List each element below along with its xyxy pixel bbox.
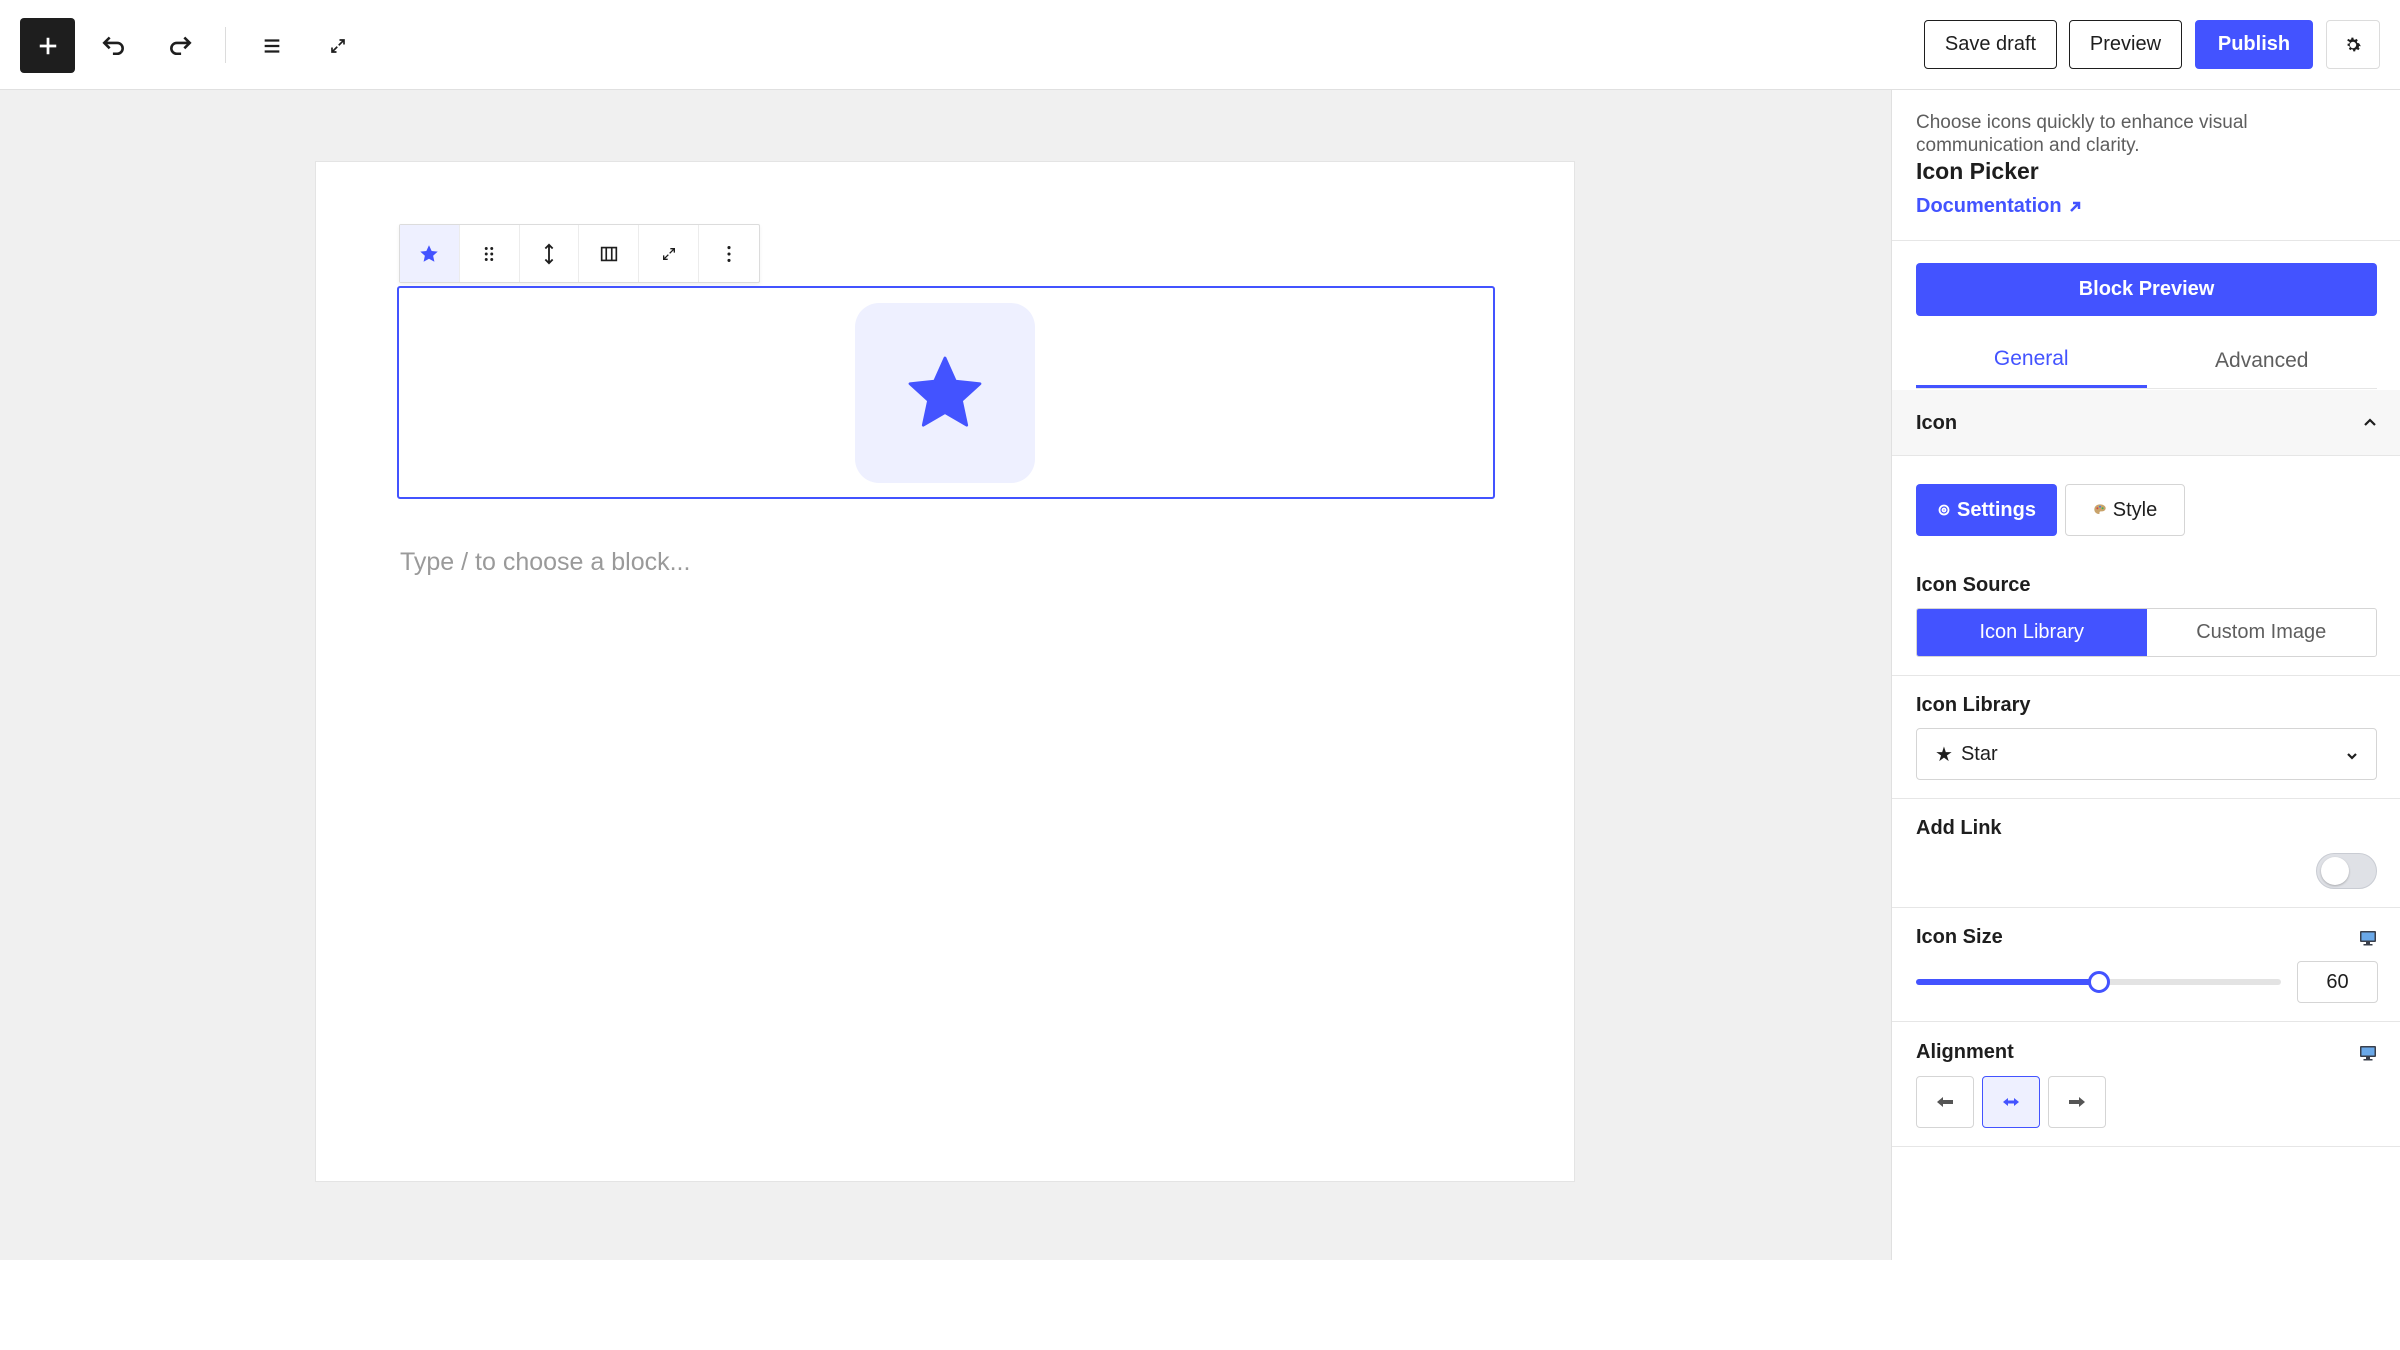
- divider: [1892, 1021, 2400, 1022]
- icon-block[interactable]: [397, 286, 1495, 499]
- settings-subtab[interactable]: Settings: [1916, 484, 2057, 536]
- preview-button[interactable]: Preview: [2069, 20, 2182, 69]
- star-icon: [420, 244, 439, 262]
- align-icon: [600, 246, 618, 261]
- divider: [1892, 675, 2400, 676]
- icon-library-option[interactable]: Icon Library: [1917, 609, 2147, 656]
- gear-icon: [1938, 504, 1950, 516]
- block-toolbar: [399, 224, 760, 283]
- icon-panel-header[interactable]: Icon: [1892, 390, 2400, 456]
- style-subtab-label: Style: [2112, 498, 2158, 521]
- icon-source-label: Icon Source: [1916, 574, 2031, 596]
- align-right-button[interactable]: [2048, 1076, 2106, 1128]
- icon-library-select[interactable]: ★ Star: [1916, 728, 2377, 780]
- drag-handle-button[interactable]: [460, 225, 520, 282]
- add-block-button[interactable]: [20, 18, 75, 73]
- tab-general[interactable]: General: [1916, 333, 2147, 388]
- toggle-knob: [2321, 857, 2349, 885]
- move-icon: [544, 243, 554, 264]
- expand-icon: [662, 247, 675, 260]
- external-link-icon: [2069, 201, 2080, 212]
- drag-handle-icon: [485, 246, 494, 261]
- documentation-link[interactable]: Documentation: [1916, 195, 2082, 218]
- icon-size-label: Icon Size: [1916, 926, 2003, 948]
- icon-library-value: Star: [1960, 742, 1998, 765]
- redo-icon: [170, 36, 192, 56]
- arrow-left-icon: [1937, 1097, 1953, 1107]
- chevron-up-icon: [2361, 414, 2379, 432]
- more-options-icon: [727, 245, 731, 262]
- editor-canvas: Type / to choose a block...: [0, 90, 1891, 1260]
- arrow-left-right-icon: [2003, 1098, 2019, 1106]
- sidebar-tabs: General Advanced: [1916, 333, 2377, 389]
- settings-button[interactable]: [2326, 20, 2380, 69]
- style-subtab[interactable]: Style: [2065, 484, 2185, 536]
- divider: [1892, 1146, 2400, 1147]
- panel-title: Icon: [1916, 412, 1958, 434]
- undo-button[interactable]: [92, 22, 136, 66]
- desktop-icon[interactable]: [2358, 928, 2378, 948]
- align-button[interactable]: [579, 225, 640, 282]
- divider: [1892, 798, 2400, 799]
- add-link-toggle[interactable]: [2316, 853, 2377, 889]
- arrow-right-icon: [2069, 1097, 2085, 1107]
- custom-image-option[interactable]: Custom Image: [2147, 609, 2377, 656]
- documentation-label: Documentation: [1916, 195, 2062, 217]
- align-center-button[interactable]: [1982, 1076, 2040, 1128]
- star-icon: [908, 356, 982, 427]
- icon-library-label: Icon Library: [1916, 694, 2031, 716]
- block-preview-button[interactable]: Block Preview: [1916, 263, 2377, 316]
- block-title: Icon Picker: [1916, 158, 2039, 184]
- list-view-button[interactable]: [250, 24, 294, 68]
- divider: [1892, 907, 2400, 908]
- settings-sidebar: Choose icons quickly to enhance visual c…: [1891, 90, 2400, 1260]
- plus-icon: [39, 37, 56, 54]
- chevron-down-icon: [2344, 747, 2360, 763]
- save-draft-button[interactable]: Save draft: [1924, 20, 2057, 69]
- icon-source-toggle: Icon Library Custom Image: [1916, 608, 2377, 657]
- desktop-icon[interactable]: [2358, 1043, 2378, 1063]
- list-view-icon: [264, 39, 280, 53]
- tab-advanced[interactable]: Advanced: [2147, 333, 2378, 388]
- fullscreen-button[interactable]: [316, 24, 360, 68]
- align-left-button[interactable]: [1916, 1076, 1974, 1128]
- more-options-button[interactable]: [699, 225, 759, 282]
- block-placeholder[interactable]: Type / to choose a block...: [400, 548, 690, 577]
- slider-fill: [1916, 979, 2099, 985]
- expand-icon: [331, 39, 345, 53]
- icon-size-slider[interactable]: [1916, 971, 2281, 993]
- gear-icon: [2347, 37, 2361, 51]
- toolbar-divider: [225, 27, 226, 63]
- alignment-label: Alignment: [1916, 1041, 2014, 1063]
- move-button[interactable]: [520, 225, 580, 282]
- slider-thumb[interactable]: [2087, 971, 2110, 993]
- editor-page[interactable]: Type / to choose a block...: [315, 161, 1575, 1182]
- star-icon: ★: [1935, 743, 1953, 766]
- divider: [1892, 240, 2400, 241]
- undo-icon: [102, 36, 124, 56]
- icon-tile[interactable]: [855, 303, 1035, 483]
- block-description: Choose icons quickly to enhance visual c…: [1916, 112, 2248, 156]
- top-toolbar: Save draft Preview Publish: [0, 0, 2400, 90]
- block-expand-button[interactable]: [639, 225, 700, 282]
- settings-subtab-label: Settings: [1957, 498, 2036, 521]
- add-link-label: Add Link: [1916, 817, 2002, 839]
- icon-size-input[interactable]: 60: [2297, 961, 2378, 1003]
- block-type-button[interactable]: [400, 225, 460, 282]
- palette-icon: [2094, 504, 2106, 514]
- publish-button[interactable]: Publish: [2195, 20, 2313, 69]
- redo-button[interactable]: [158, 22, 202, 66]
